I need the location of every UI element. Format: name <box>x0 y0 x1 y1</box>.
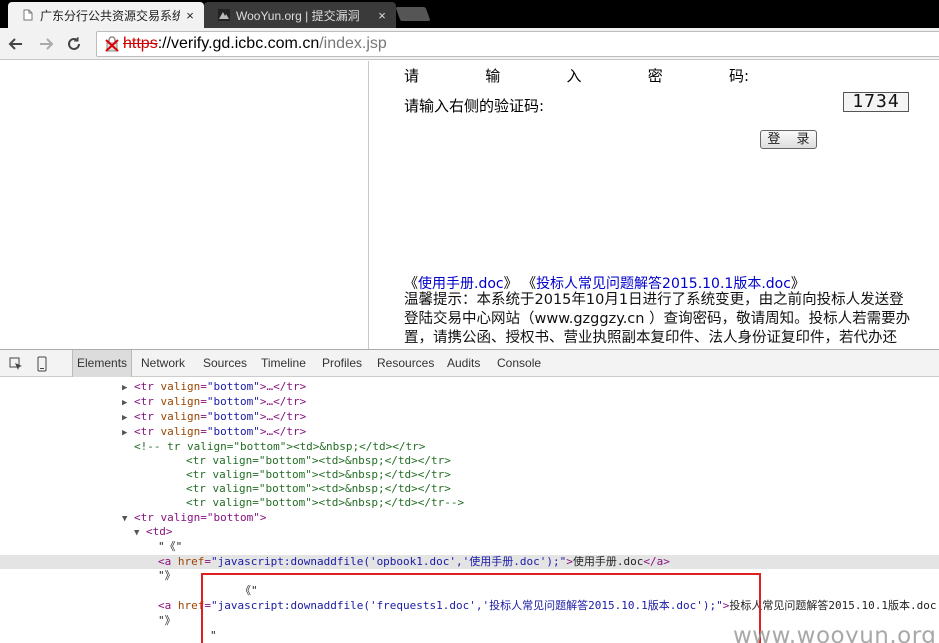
dom-node-collapsed[interactable]: ▶ <tr valign="bottom">…</tr> <box>122 410 306 424</box>
dom-node-td[interactable]: ▼ <td> <box>134 525 173 539</box>
expand-triangle-icon[interactable]: ▶ <box>122 411 134 425</box>
url-host: ://verify.gd.icbc.com.cn <box>157 35 320 52</box>
screenshot-root: 广东分行公共资源交易系统 × WooYun.org | 提交漏洞 × https… <box>0 0 939 643</box>
browser-tab-wooyun[interactable]: WooYun.org | 提交漏洞 × <box>204 2 396 28</box>
devtools-toolbar: Elements Network Sources Timeline Profil… <box>0 349 939 377</box>
web-page-content: 请 输 入 密 码: 请输入右侧的验证码: 1734 登 录 《使用手册.doc… <box>0 61 939 349</box>
login-button[interactable]: 登 录 <box>760 130 817 149</box>
tab-console[interactable]: Console <box>493 350 545 377</box>
html-comment-line[interactable]: <tr valign="bottom"><td>&nbsp;</td></tr> <box>186 482 451 496</box>
watermark: www.wooyun.org <box>733 623 937 643</box>
captcha-image[interactable]: 1734 <box>843 92 909 112</box>
captcha-label: 请输入右侧的验证码: <box>404 97 545 115</box>
browser-tab-strip: 广东分行公共资源交易系统 × WooYun.org | 提交漏洞 × <box>0 0 939 28</box>
tab-profiles[interactable]: Profiles <box>318 350 366 377</box>
reload-icon[interactable] <box>62 32 86 56</box>
document-links: 《使用手册.doc》 《投标人常见问题解答2015.10.1版本.doc》 <box>404 276 805 292</box>
collapse-triangle-icon[interactable]: ▼ <box>122 512 134 526</box>
inspect-element-icon[interactable] <box>8 356 24 372</box>
close-tab-icon[interactable]: × <box>184 8 196 23</box>
dom-node-collapsed[interactable]: ▶ <tr valign="bottom">…</tr> <box>122 380 306 394</box>
password-label: 请 输 入 密 码: <box>404 67 749 85</box>
dom-text-node[interactable]: "《" <box>158 540 182 554</box>
close-tab-icon[interactable]: × <box>376 8 388 23</box>
page-icon <box>23 9 33 21</box>
expand-triangle-icon[interactable]: ▶ <box>122 426 134 440</box>
dom-node-collapsed[interactable]: ▶ <tr valign="bottom">…</tr> <box>122 395 306 409</box>
url-scheme: https <box>123 35 158 52</box>
url-path: /index.jsp <box>319 35 387 52</box>
browser-toolbar: https://verify.gd.icbc.com.cn/index.jsp <box>0 28 939 60</box>
tab-title: 广东分行公共资源交易系统 <box>40 8 180 23</box>
tab-sources[interactable]: Sources <box>199 350 251 377</box>
dom-tree: ▶ <tr valign="bottom">…</tr> ▶ <tr valign=… <box>0 377 939 643</box>
layout-divider <box>368 61 369 349</box>
html-comment-line[interactable]: <tr valign="bottom"><td>&nbsp;</td></tr> <box>186 454 451 468</box>
wooyun-favicon-icon <box>218 9 230 21</box>
dom-text-node[interactable]: "》 <box>158 614 176 628</box>
expand-triangle-icon[interactable]: ▶ <box>122 396 134 410</box>
tab-network[interactable]: Network <box>137 350 189 377</box>
browser-tab-active[interactable]: 广东分行公共资源交易系统 × <box>8 2 204 28</box>
tab-resources[interactable]: Resources <box>373 350 438 377</box>
dom-node-expanded-tr[interactable]: ▼ <tr valign="bottom"> <box>122 511 266 525</box>
tab-timeline[interactable]: Timeline <box>257 350 310 377</box>
dom-text-node[interactable]: "》 <box>158 569 176 583</box>
tab-elements[interactable]: Elements <box>72 350 133 377</box>
dom-node-anchor-manual[interactable]: <a href="javascript:downaddfile('opbook1… <box>158 555 670 569</box>
dom-node-collapsed[interactable]: ▶ <tr valign="bottom">…</tr> <box>122 425 306 439</box>
forward-arrow-icon[interactable] <box>34 32 58 56</box>
collapse-triangle-icon[interactable]: ▼ <box>134 526 146 540</box>
annotation-highlight-box <box>201 573 761 643</box>
tab-title: WooYun.org | 提交漏洞 <box>236 8 360 23</box>
devtools-panel: Elements Network Sources Timeline Profil… <box>0 349 939 643</box>
device-mode-icon[interactable] <box>34 356 50 372</box>
manual-doc-link[interactable]: 使用手册.doc <box>418 276 504 292</box>
html-comment-line[interactable]: <tr valign="bottom"><td>&nbsp;</td></tr-… <box>186 496 464 510</box>
html-comment-line[interactable]: <!-- tr valign="bottom"><td>&nbsp;</td><… <box>134 440 425 454</box>
back-arrow-icon[interactable] <box>4 32 28 56</box>
faq-doc-link[interactable]: 投标人常见问题解答2015.10.1版本.doc <box>536 276 791 292</box>
notice-text: 温馨提示：本系统于2015年10月1日进行了系统变更，由之前向投标人发送登 登陆… <box>404 292 911 346</box>
html-comment-line[interactable]: <tr valign="bottom"><td>&nbsp;</td></tr> <box>186 468 451 482</box>
expand-triangle-icon[interactable]: ▶ <box>122 381 134 395</box>
tab-audits[interactable]: Audits <box>443 350 484 377</box>
address-bar[interactable]: https://verify.gd.icbc.com.cn/index.jsp <box>96 31 939 57</box>
new-tab-button[interactable] <box>395 7 431 21</box>
broken-lock-icon <box>105 36 119 52</box>
